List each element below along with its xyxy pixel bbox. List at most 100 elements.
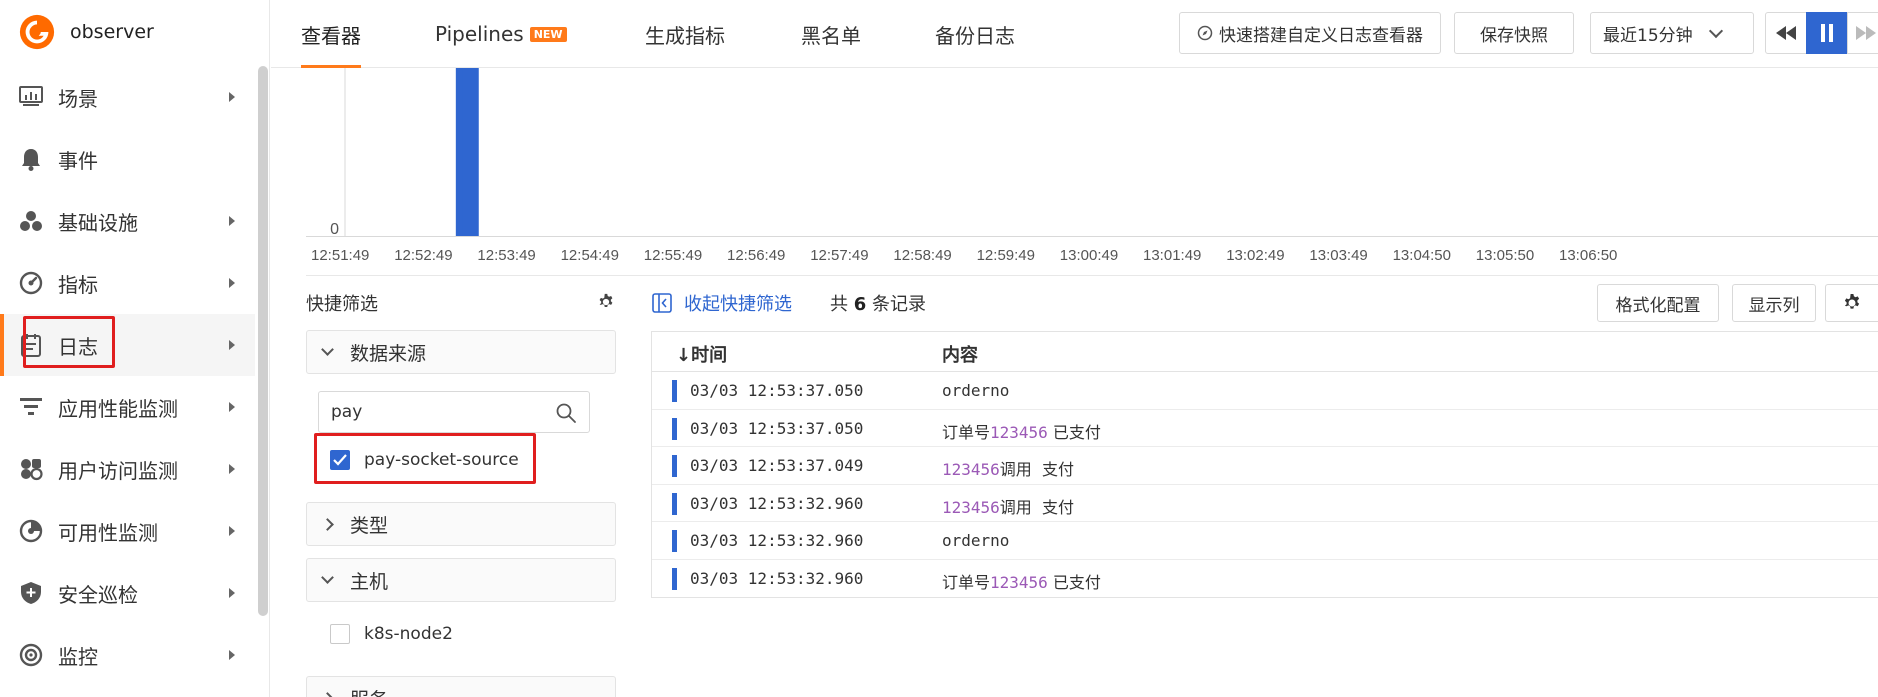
filter-group-service[interactable]: 服务	[306, 676, 616, 697]
quick-build-label: 快速搭建自定义日志查看器	[1219, 25, 1423, 46]
column-header-time[interactable]: ↓时间	[676, 341, 727, 367]
log-time: 03/03 12:53:32.960	[690, 568, 864, 588]
sidebar-item-gauge[interactable]: 指标	[0, 252, 255, 314]
x-tick-label: 12:57:49	[810, 247, 868, 264]
sidebar-item-availability[interactable]: 可用性监测	[0, 500, 255, 562]
search-icon[interactable]	[555, 402, 577, 424]
sidebar-item-label: 日志	[58, 334, 98, 359]
rewind-button[interactable]	[1765, 12, 1807, 54]
chevron-right-icon	[229, 402, 235, 412]
log-content: 123456调用 支付	[942, 456, 1074, 480]
tab-label: 备份日志	[935, 23, 1015, 48]
status-bar	[672, 530, 677, 552]
sidebar: observer 场景事件基础设施指标日志应用性能监测 用户访问监测可用性监测 安全…	[0, 0, 270, 697]
count-suffix: 条记录	[872, 294, 926, 315]
histogram-bar[interactable]	[462, 68, 479, 236]
sidebar-item-apm[interactable]: 应用性能监测	[0, 376, 255, 438]
table-header: ↓时间 内容	[652, 332, 1878, 372]
bell-icon	[18, 146, 44, 172]
save-snapshot-button[interactable]: 保存快照	[1454, 12, 1574, 54]
table-row[interactable]: 03/03 12:53:32.960 123456调用 支付	[652, 485, 1878, 522]
checkbox[interactable]	[330, 624, 350, 644]
table-row[interactable]: 03/03 12:53:37.050 订单号123456 已支付	[652, 410, 1878, 447]
log-content-part: 123456	[990, 422, 1048, 442]
sidebar-item-label: 应用性能监测	[58, 396, 178, 421]
quick-build-viewer-button[interactable]: 快速搭建自定义日志查看器	[1179, 12, 1441, 54]
x-tick-label: 13:03:49	[1309, 247, 1367, 264]
count-value: 6	[853, 294, 867, 315]
collapse-quick-filter-link[interactable]: 收起快捷筛选	[652, 290, 792, 316]
monitor-icon	[18, 642, 44, 668]
tab-blacklist[interactable]: 黑名单	[801, 0, 861, 68]
log-histogram-chart: 0 12:51:49 12:52:49 12:53:49 12:54:49 12:55:4…	[306, 68, 1878, 276]
option-label: pay-socket-source	[364, 450, 519, 470]
sidebar-item-label: 用户访问监测	[58, 458, 178, 483]
table-row[interactable]: 03/03 12:53:37.050 orderno	[652, 372, 1878, 410]
tab-label: 生成指标	[645, 23, 725, 48]
sidebar-item-label: 监控	[58, 644, 98, 669]
sidebar-scrollbar[interactable]	[258, 66, 268, 616]
chevron-down-icon	[1708, 23, 1723, 38]
sidebar-item-dashboard[interactable]: 场景	[0, 66, 255, 128]
sidebar-item-label: 基础设施	[58, 210, 138, 235]
checkbox[interactable]	[330, 450, 350, 470]
tab-backup-logs[interactable]: 备份日志	[935, 0, 1015, 68]
log-time: 03/03 12:53:37.049	[690, 456, 864, 475]
sidebar-item-monitor[interactable]: 监控	[0, 624, 255, 686]
sidebar-item-label: 指标	[58, 272, 98, 297]
log-content-part: 123456	[942, 460, 1000, 479]
sidebar-item-log-document[interactable]: 日志	[0, 314, 255, 376]
x-tick-label: 12:53:49	[477, 247, 535, 264]
checkmark-icon	[333, 454, 347, 466]
column-header-content[interactable]: 内容	[942, 341, 978, 367]
tab-viewer[interactable]: 查看器	[301, 0, 361, 68]
format-config-button[interactable]: 格式化配置	[1597, 284, 1719, 322]
filter-group-source[interactable]: 数据来源	[306, 330, 616, 374]
log-content: 订单号123456 已支付	[942, 419, 1101, 443]
source-option-pay-socket-source[interactable]: pay-socket-source	[330, 446, 519, 474]
chevron-right-icon	[229, 588, 235, 598]
table-row[interactable]: 03/03 12:53:32.960 orderno	[652, 522, 1878, 560]
sidebar-item-cubes[interactable]: 基础设施	[0, 190, 255, 252]
tab-pipelines[interactable]: Pipelines NEW	[435, 0, 567, 68]
show-columns-button[interactable]: 显示列	[1732, 284, 1816, 322]
chevron-right-icon	[229, 650, 235, 660]
tab-label: 黑名单	[801, 23, 861, 48]
sidebar-item-shield[interactable]: 安全巡检	[0, 562, 255, 624]
sidebar-item-label: 场景	[58, 86, 98, 111]
collapse-label: 收起快捷筛选	[684, 294, 792, 315]
gear-icon[interactable]	[597, 293, 615, 311]
availability-icon	[18, 518, 44, 544]
x-tick-label: 12:55:49	[644, 247, 702, 264]
x-tick-label: 12:56:49	[727, 247, 785, 264]
pause-button[interactable]	[1806, 12, 1848, 54]
filter-group-label: 服务	[350, 685, 388, 697]
log-content: orderno	[942, 531, 1009, 550]
host-option-k8s-node2[interactable]: k8s-node2	[330, 620, 453, 648]
table-settings-button[interactable]	[1825, 284, 1878, 322]
x-tick-label: 12:58:49	[893, 247, 951, 264]
fast-forward-button[interactable]	[1847, 12, 1878, 54]
search-input-value: pay	[331, 402, 363, 422]
quick-filter-title: 快捷筛选	[306, 294, 378, 315]
filter-group-type[interactable]: 类型	[306, 502, 616, 546]
source-search-input[interactable]: pay	[318, 391, 590, 433]
new-badge: NEW	[529, 26, 567, 42]
sidebar-item-label: 事件	[58, 148, 98, 173]
log-time: 03/03 12:53:37.050	[690, 381, 864, 400]
filter-group-label: 主机	[350, 570, 389, 593]
collapse-panel-icon	[652, 293, 672, 313]
brand[interactable]: observer	[18, 12, 154, 52]
time-range-select[interactable]: 最近15分钟	[1590, 12, 1754, 54]
table-row[interactable]: 03/03 12:53:32.960 订单号123456 已支付	[652, 560, 1878, 598]
option-label: k8s-node2	[364, 624, 453, 644]
dashboard-icon	[18, 84, 44, 110]
sidebar-item-rum[interactable]: 用户访问监测	[0, 438, 255, 500]
x-tick-label: 13:04:50	[1393, 247, 1451, 264]
table-row[interactable]: 03/03 12:53:37.049 123456调用 支付	[652, 447, 1878, 485]
tab-generate-metrics[interactable]: 生成指标	[645, 0, 725, 68]
chevron-down-icon	[321, 343, 334, 356]
time-range-value: 最近15分钟	[1603, 25, 1693, 46]
sidebar-item-bell[interactable]: 事件	[0, 128, 255, 190]
filter-group-host[interactable]: 主机	[306, 558, 616, 602]
